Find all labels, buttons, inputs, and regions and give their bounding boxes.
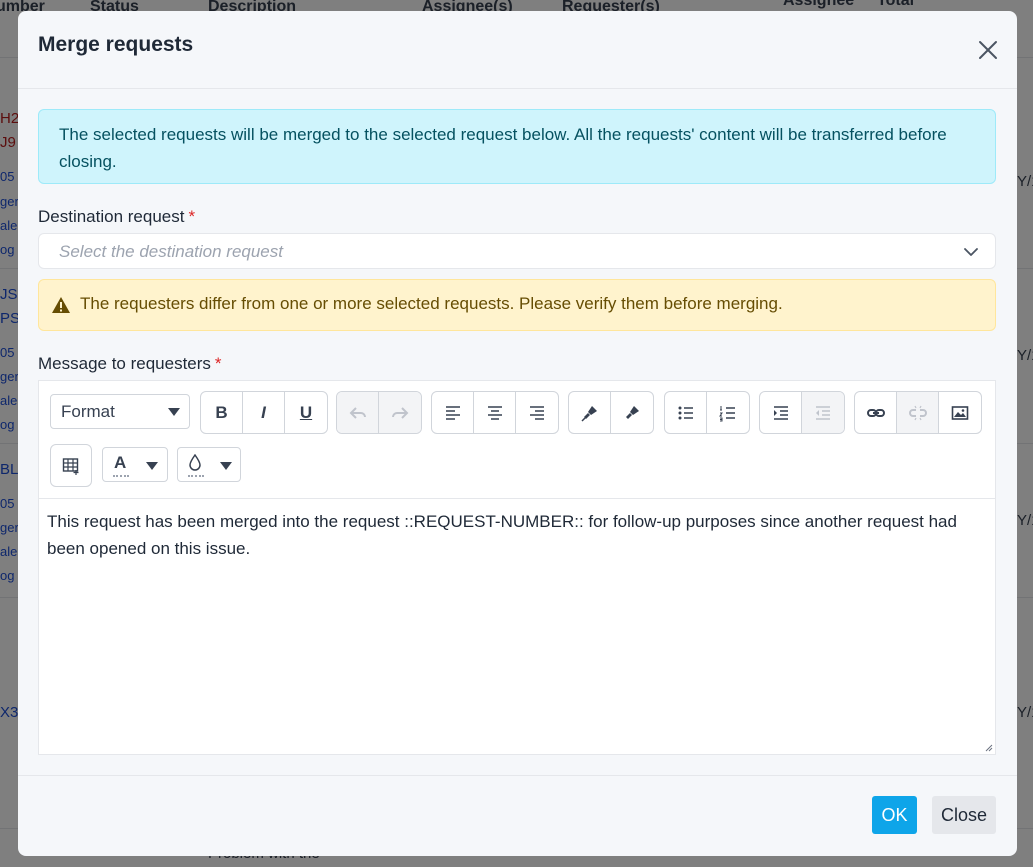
bullet-list-icon xyxy=(678,406,693,419)
list-group xyxy=(664,391,750,434)
warning-triangle-icon xyxy=(52,297,70,313)
insert-link-button[interactable] xyxy=(855,392,897,433)
required-indicator: * xyxy=(188,207,196,226)
numbered-list-button[interactable] xyxy=(707,392,749,433)
redo-button[interactable] xyxy=(379,392,421,433)
history-group xyxy=(336,391,422,434)
editor-toolbar: Format B I U A xyxy=(39,381,995,499)
align-right-icon xyxy=(530,405,544,420)
destination-label-text: Destination request xyxy=(38,207,185,226)
info-alert: The selected requests will be merged to … xyxy=(38,109,996,184)
insert-table-button[interactable] xyxy=(51,445,91,486)
required-indicator: * xyxy=(214,354,222,373)
font-color-icon: A xyxy=(114,453,127,472)
align-right-button[interactable] xyxy=(516,392,558,433)
close-button[interactable]: Close xyxy=(932,796,996,834)
insert-group xyxy=(854,391,982,434)
background-color-dropdown[interactable] xyxy=(177,447,241,482)
close-icon[interactable] xyxy=(976,38,1000,62)
destination-request-label: Destination request * xyxy=(38,207,195,227)
clear-format-button[interactable] xyxy=(611,392,653,433)
undo-icon xyxy=(349,406,366,419)
outdent-button[interactable] xyxy=(802,392,844,433)
redo-icon xyxy=(392,406,409,419)
table-icon xyxy=(62,457,79,475)
font-color-dropdown[interactable]: A xyxy=(102,447,168,482)
format-painter-group xyxy=(568,391,654,434)
format-dropdown[interactable]: Format xyxy=(50,394,190,429)
caret-down-icon xyxy=(220,462,232,470)
align-left-icon xyxy=(445,405,460,420)
chevron-down-icon xyxy=(964,248,978,256)
resize-handle-icon[interactable] xyxy=(983,742,993,752)
indent-icon xyxy=(773,405,788,420)
insert-image-button[interactable] xyxy=(939,392,981,433)
unlink-button[interactable] xyxy=(897,392,939,433)
background-color-swatch xyxy=(188,475,204,477)
editor-content[interactable]: This request has been merged into the re… xyxy=(47,508,987,562)
indent-group xyxy=(759,391,845,434)
underline-button[interactable]: U xyxy=(285,392,327,433)
font-color-swatch xyxy=(113,475,129,477)
caret-down-icon xyxy=(146,462,158,470)
modal-header: Merge requests xyxy=(18,11,1017,89)
align-center-icon xyxy=(487,405,502,420)
table-group xyxy=(50,444,92,487)
numbered-list-icon xyxy=(719,405,735,421)
alignment-group xyxy=(431,391,559,434)
modal-title: Merge requests xyxy=(38,33,194,56)
italic-button[interactable]: I xyxy=(243,392,285,433)
text-style-group: B I U xyxy=(200,391,328,434)
destination-placeholder: Select the destination request xyxy=(59,242,283,261)
unlink-icon xyxy=(908,405,927,420)
modal-footer: OK Close xyxy=(18,775,1017,856)
merge-requests-dialog: Merge requests The selected requests wil… xyxy=(18,11,1017,856)
format-label: Format xyxy=(61,402,115,421)
image-icon xyxy=(951,405,969,420)
outdent-icon xyxy=(816,405,830,420)
message-label: Message to requesters * xyxy=(38,354,222,374)
message-label-text: Message to requesters xyxy=(38,354,211,373)
ok-button[interactable]: OK xyxy=(872,796,917,834)
eraser-brush-icon xyxy=(626,405,639,419)
brush-icon xyxy=(580,405,597,422)
warning-alert: The requesters differ from one or more s… xyxy=(38,279,996,331)
undo-button[interactable] xyxy=(337,392,379,433)
indent-button[interactable] xyxy=(760,392,802,433)
warning-text: The requesters differ from one or more s… xyxy=(80,294,783,313)
bullet-list-button[interactable] xyxy=(665,392,707,433)
destination-request-select[interactable]: Select the destination request xyxy=(38,233,996,269)
rich-text-editor: Format B I U A This request has been mer… xyxy=(38,380,996,755)
caret-down-icon xyxy=(168,408,180,416)
align-center-button[interactable] xyxy=(474,392,516,433)
format-painter-button[interactable] xyxy=(569,392,611,433)
bold-button[interactable]: B xyxy=(201,392,243,433)
align-left-button[interactable] xyxy=(432,392,474,433)
link-icon xyxy=(866,408,885,417)
droplet-icon xyxy=(189,454,201,471)
